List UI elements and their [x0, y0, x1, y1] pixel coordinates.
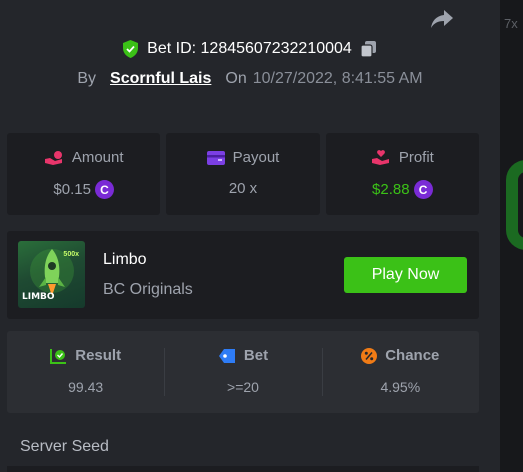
play-now-button[interactable]: Play Now — [344, 257, 467, 293]
bet-target-value: >=20 — [227, 379, 259, 395]
by-label: By — [77, 70, 97, 87]
hand-heart-icon — [371, 149, 389, 165]
tag-icon — [218, 348, 235, 363]
hand-coins-icon — [44, 150, 62, 165]
bet-detail-panel: Bet ID: 12845607232210004 By Scornful La… — [0, 0, 500, 472]
thumb-multiplier: 500x — [63, 251, 79, 258]
bet-result-box: Result 99.43 Bet >=20 Chance 4.95% — [7, 331, 479, 413]
game-name[interactable]: Limbo — [103, 251, 147, 269]
game-provider: BC Originals — [103, 281, 193, 298]
bc-coin-icon: C — [94, 180, 114, 199]
chart-check-icon — [50, 348, 67, 364]
chance-label: Chance — [385, 347, 440, 364]
bc-coin-icon: C — [413, 180, 433, 199]
verified-shield-icon — [123, 40, 139, 58]
amount-label: Amount — [71, 149, 124, 166]
profit-stat: Profit $2.88 C — [325, 133, 479, 215]
amount-stat: Amount $0.15 C — [7, 133, 161, 215]
result-label: Result — [75, 347, 122, 364]
payout-label: Payout — [232, 149, 280, 166]
username-link[interactable]: Scornful Lais — [110, 70, 211, 88]
bet-id-value: 12845607232210004 — [200, 40, 352, 57]
bet-stats: Amount $0.15 C Payout 20 x Profit $2.88 … — [7, 133, 479, 215]
bet-id-text: Bet ID: 12845607232210004 — [147, 40, 352, 58]
thumb-label: LIMBO — [22, 292, 55, 302]
bet-date: 10/27/2022, 8:41:55 AM — [252, 70, 423, 87]
chance-column: Chance 4.95% — [321, 331, 479, 413]
bet-target-column: Bet >=20 — [164, 331, 321, 413]
game-card: 500x LIMBO Limbo BC Originals Play Now — [7, 231, 479, 319]
result-column: Result 99.43 — [7, 331, 164, 413]
bet-id-label: Bet ID: — [147, 40, 197, 57]
profit-value: $2.88 — [372, 181, 410, 198]
wallet-icon — [206, 150, 225, 165]
share-button[interactable] — [428, 8, 456, 30]
background-graphic — [506, 160, 523, 250]
share-icon — [431, 10, 453, 28]
result-value: 99.43 — [68, 379, 104, 395]
server-seed-label: Server Seed — [20, 438, 109, 455]
background-page-strip: 7x — [500, 0, 523, 472]
payout-value: 20 x — [228, 180, 258, 197]
background-hint-text: 7x — [504, 16, 518, 31]
limbo-thumbnail[interactable]: 500x LIMBO — [18, 241, 85, 308]
payout-stat: Payout 20 x — [166, 133, 320, 215]
chance-value: 4.95% — [380, 379, 421, 395]
bet-id-row: Bet ID: 12845607232210004 — [0, 40, 500, 58]
bet-target-label: Bet — [243, 347, 269, 364]
profit-label: Profit — [398, 149, 434, 166]
server-seed-field[interactable] — [7, 466, 479, 472]
amount-value: $0.15 — [53, 181, 91, 198]
on-label: On — [225, 70, 247, 87]
percent-icon — [361, 347, 378, 364]
bet-author-row: By Scornful Lais On 10/27/2022, 8:41:55 … — [0, 70, 500, 88]
copy-icon[interactable] — [360, 40, 378, 58]
